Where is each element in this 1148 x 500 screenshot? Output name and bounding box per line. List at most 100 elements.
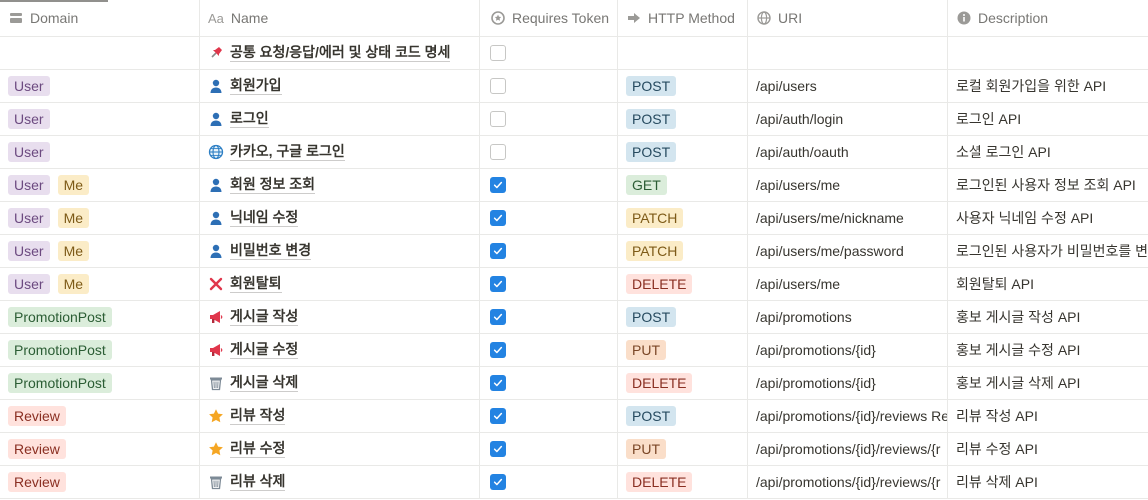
description-cell[interactable]: 리뷰 삭제 API xyxy=(948,466,1148,498)
domain-cell[interactable]: User Me xyxy=(0,202,200,234)
uri-cell[interactable]: /api/users xyxy=(748,70,948,102)
name-cell[interactable]: 로그인 xyxy=(200,103,480,135)
page-title-link[interactable]: 리뷰 수정 xyxy=(208,440,286,458)
checked-checkbox[interactable] xyxy=(490,243,506,259)
uri-cell[interactable] xyxy=(748,37,948,69)
name-cell[interactable]: 공통 요청/응답/에러 및 상태 코드 명세 xyxy=(200,37,480,69)
column-header-method[interactable]: HTTP Method xyxy=(618,0,748,36)
table-row[interactable]: Review 리뷰 삭제 DELETE/api/promotions/{id}/re… xyxy=(0,466,1148,499)
method-cell[interactable]: DELETE xyxy=(618,466,748,498)
method-cell[interactable]: POST xyxy=(618,301,748,333)
checked-checkbox[interactable] xyxy=(490,375,506,391)
method-cell[interactable]: PUT xyxy=(618,334,748,366)
method-cell[interactable]: PUT xyxy=(618,433,748,465)
description-cell[interactable] xyxy=(948,37,1148,69)
table-row[interactable]: User Me 회원탈퇴 DELETE/api/users/me 회원탈퇴 API xyxy=(0,268,1148,301)
uri-cell[interactable]: /api/promotions/{id} xyxy=(748,334,948,366)
unchecked-checkbox[interactable] xyxy=(490,78,506,94)
uri-cell[interactable]: /api/auth/login xyxy=(748,103,948,135)
description-cell[interactable]: 로그인된 사용자가 비밀번호를 변 xyxy=(948,235,1148,267)
method-cell[interactable]: DELETE xyxy=(618,268,748,300)
table-row[interactable]: PromotionPost 게시글 삭제 DELETE/api/promotions… xyxy=(0,367,1148,400)
name-cell[interactable]: 게시글 작성 xyxy=(200,301,480,333)
page-title-link[interactable]: 로그인 xyxy=(208,110,269,128)
column-header-uri[interactable]: URI xyxy=(748,0,948,36)
uri-cell[interactable]: /api/users/me xyxy=(748,169,948,201)
page-title-link[interactable]: 회원가입 xyxy=(208,77,282,95)
uri-cell[interactable]: /api/promotions xyxy=(748,301,948,333)
page-title-link[interactable]: 회원탈퇴 xyxy=(208,275,282,293)
description-cell[interactable]: 홍보 게시글 삭제 API xyxy=(948,367,1148,399)
page-title-link[interactable]: 카카오, 구글 로그인 xyxy=(208,143,345,161)
table-row[interactable]: Review 리뷰 수정 PUT/api/promotions/{id}/revie… xyxy=(0,433,1148,466)
uri-cell[interactable]: /api/auth/oauth xyxy=(748,136,948,168)
page-title-link[interactable]: 리뷰 작성 xyxy=(208,407,286,425)
table-row[interactable]: PromotionPost 게시글 작성 POST/api/promotions 홍보… xyxy=(0,301,1148,334)
table-row[interactable]: User Me 회원 정보 조회 GET/api/users/me 로그인된 사용자 정… xyxy=(0,169,1148,202)
checked-checkbox[interactable] xyxy=(490,177,506,193)
page-title-link[interactable]: 회원 정보 조회 xyxy=(208,176,316,194)
description-cell[interactable]: 리뷰 수정 API xyxy=(948,433,1148,465)
description-cell[interactable]: 로그인 API xyxy=(948,103,1148,135)
uri-cell[interactable]: /api/promotions/{id}/reviews/{r xyxy=(748,466,948,498)
domain-cell[interactable]: PromotionPost xyxy=(0,301,200,333)
page-title-link[interactable]: 닉네임 수정 xyxy=(208,209,299,227)
name-cell[interactable]: 리뷰 삭제 xyxy=(200,466,480,498)
checked-checkbox[interactable] xyxy=(490,408,506,424)
table-row[interactable]: 공통 요청/응답/에러 및 상태 코드 명세 xyxy=(0,37,1148,70)
description-cell[interactable]: 리뷰 작성 API xyxy=(948,400,1148,432)
name-cell[interactable]: 게시글 수정 xyxy=(200,334,480,366)
domain-cell[interactable]: PromotionPost xyxy=(0,334,200,366)
description-cell[interactable]: 로컬 회원가입을 위한 API xyxy=(948,70,1148,102)
name-cell[interactable]: 게시글 삭제 xyxy=(200,367,480,399)
domain-cell[interactable]: Review xyxy=(0,400,200,432)
domain-cell[interactable]: Review xyxy=(0,466,200,498)
description-cell[interactable]: 소셜 로그인 API xyxy=(948,136,1148,168)
domain-cell[interactable]: User xyxy=(0,70,200,102)
method-cell[interactable] xyxy=(618,37,748,69)
column-header-domain[interactable]: Domain xyxy=(0,0,200,36)
description-cell[interactable]: 사용자 닉네임 수정 API xyxy=(948,202,1148,234)
table-row[interactable]: PromotionPost 게시글 수정 PUT/api/promotions/{i… xyxy=(0,334,1148,367)
checked-checkbox[interactable] xyxy=(490,441,506,457)
name-cell[interactable]: 비밀번호 변경 xyxy=(200,235,480,267)
checked-checkbox[interactable] xyxy=(490,474,506,490)
method-cell[interactable]: POST xyxy=(618,70,748,102)
table-row[interactable]: User Me 닉네임 수정 PATCH/api/users/me/nickname 사… xyxy=(0,202,1148,235)
unchecked-checkbox[interactable] xyxy=(490,111,506,127)
uri-cell[interactable]: /api/promotions/{id}/reviews Re xyxy=(748,400,948,432)
uri-cell[interactable]: /api/users/me/password xyxy=(748,235,948,267)
method-cell[interactable]: POST xyxy=(618,136,748,168)
table-row[interactable]: User Me 비밀번호 변경 PATCH/api/users/me/password… xyxy=(0,235,1148,268)
name-cell[interactable]: 닉네임 수정 xyxy=(200,202,480,234)
page-title-link[interactable]: 게시글 수정 xyxy=(208,341,299,359)
table-row[interactable]: User 카카오, 구글 로그인 POST/api/auth/oauth 소셜 로그인… xyxy=(0,136,1148,169)
domain-cell[interactable]: User xyxy=(0,103,200,135)
description-cell[interactable]: 회원탈퇴 API xyxy=(948,268,1148,300)
domain-cell[interactable]: PromotionPost xyxy=(0,367,200,399)
checked-checkbox[interactable] xyxy=(490,210,506,226)
description-cell[interactable]: 홍보 게시글 수정 API xyxy=(948,334,1148,366)
name-cell[interactable]: 리뷰 작성 xyxy=(200,400,480,432)
column-header-name[interactable]: Aa Name xyxy=(200,0,480,36)
page-title-link[interactable]: 게시글 삭제 xyxy=(208,374,299,392)
name-cell[interactable]: 리뷰 수정 xyxy=(200,433,480,465)
method-cell[interactable]: DELETE xyxy=(618,367,748,399)
table-row[interactable]: User 로그인 POST/api/auth/login 로그인 API xyxy=(0,103,1148,136)
page-title-link[interactable]: 게시글 작성 xyxy=(208,308,299,326)
domain-cell[interactable] xyxy=(0,37,200,69)
description-cell[interactable]: 로그인된 사용자 정보 조회 API xyxy=(948,169,1148,201)
domain-cell[interactable]: Review xyxy=(0,433,200,465)
page-title-link[interactable]: 공통 요청/응답/에러 및 상태 코드 명세 xyxy=(208,44,451,62)
checked-checkbox[interactable] xyxy=(490,342,506,358)
method-cell[interactable]: PATCH xyxy=(618,202,748,234)
method-cell[interactable]: PATCH xyxy=(618,235,748,267)
table-row[interactable]: User 회원가입 POST/api/users 로컬 회원가입을 위한 API xyxy=(0,70,1148,103)
domain-cell[interactable]: User Me xyxy=(0,268,200,300)
uri-cell[interactable]: /api/promotions/{id} xyxy=(748,367,948,399)
column-header-token[interactable]: Requires Token xyxy=(480,0,618,36)
table-row[interactable]: Review 리뷰 작성 POST/api/promotions/{id}/revi… xyxy=(0,400,1148,433)
unchecked-checkbox[interactable] xyxy=(490,144,506,160)
uri-cell[interactable]: /api/promotions/{id}/reviews/{r xyxy=(748,433,948,465)
page-title-link[interactable]: 비밀번호 변경 xyxy=(208,242,312,260)
